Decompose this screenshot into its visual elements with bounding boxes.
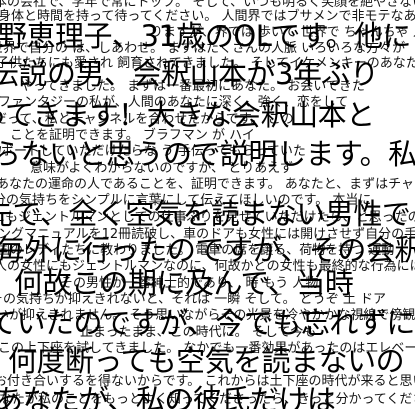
large-text-layer: 野恵理子、31歳のOLです。他に 伝説の男、会釈山本が3年ぶり ってきます！大き… [0, 0, 415, 409]
large-text-line: ってきます！大きな会釈山本と [0, 98, 375, 132]
large-text-line: らないと思うので説明します。私 [0, 137, 415, 171]
large-text-line: 毎外に行ったのですが、その会釈 [0, 233, 415, 267]
large-text-line: 先で、全く空気を読まない男性で [0, 197, 411, 231]
text-collage: 本の会社で、学年で常にトップ。 そして、いつも明るく笑顔を絶やさない 身体と時間… [0, 0, 415, 409]
large-text-line: 何故この期に及んで、当時 [14, 266, 354, 300]
large-text-line: 何度断っても空気を読まないの [8, 344, 405, 378]
large-text-line: 伝説の男、会釈山本が3年ぶり [0, 57, 379, 91]
large-text-line: 野恵理子、31歳のOLです。他に [0, 19, 412, 53]
large-text-line: ていたのですが、今でも忘れずに [0, 306, 415, 340]
large-text-line: あなたが、私の彼氏だけは [0, 383, 336, 409]
